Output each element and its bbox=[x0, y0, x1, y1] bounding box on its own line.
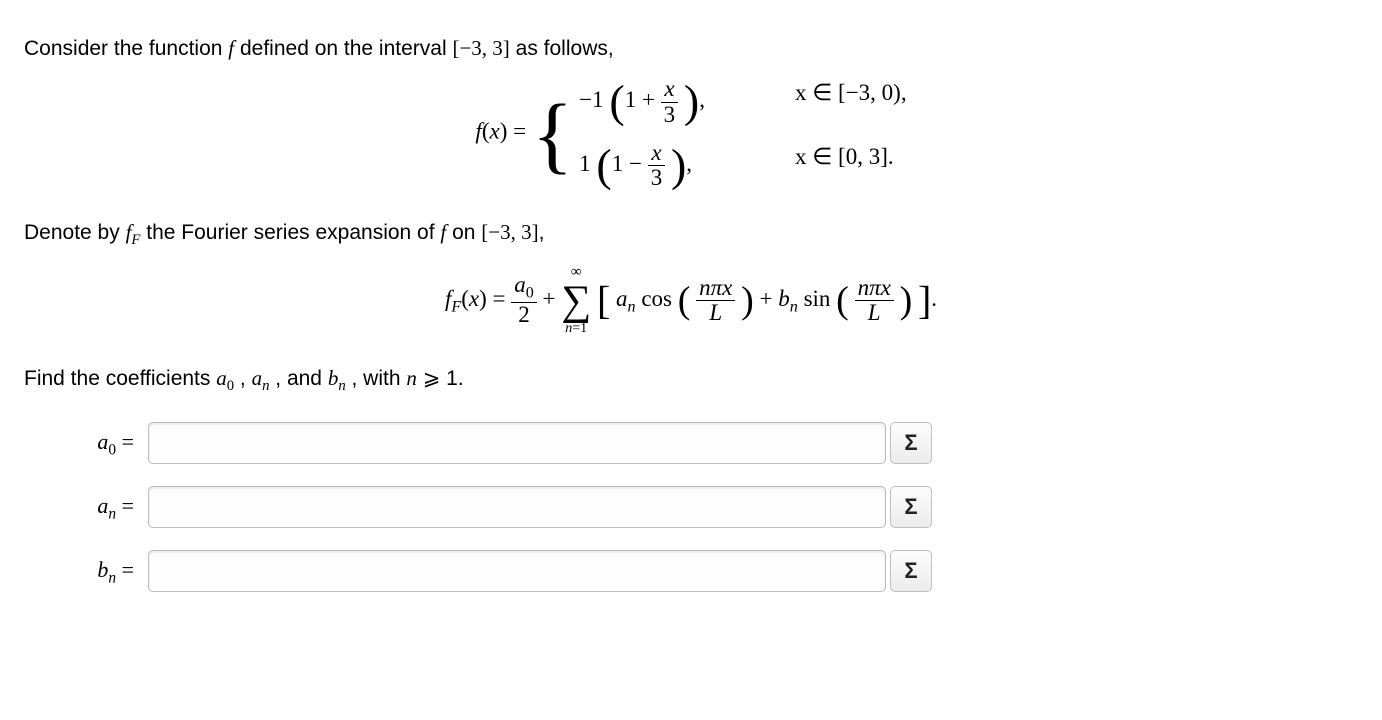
rparen: ) bbox=[900, 279, 913, 321]
n: n bbox=[262, 378, 269, 394]
lparen: ( bbox=[596, 139, 611, 190]
rparen: ) bbox=[671, 139, 686, 190]
comma: , bbox=[240, 367, 252, 390]
n: n bbox=[108, 505, 116, 522]
comma: , bbox=[699, 87, 705, 112]
lbracket: [ bbox=[597, 277, 610, 322]
plus: + bbox=[543, 286, 562, 311]
eq: = bbox=[116, 557, 134, 582]
text: Consider the function bbox=[24, 37, 228, 60]
b: b bbox=[328, 366, 339, 390]
num: x bbox=[648, 141, 666, 166]
with: , with bbox=[352, 367, 407, 390]
neg1: −1 bbox=[579, 87, 603, 112]
den: 3 bbox=[661, 103, 679, 127]
den: L bbox=[696, 301, 735, 325]
sigma: ∑ bbox=[561, 280, 591, 322]
rparen: ) bbox=[684, 76, 699, 127]
b: b bbox=[97, 557, 108, 582]
F: F bbox=[451, 298, 461, 315]
t: 1 + bbox=[625, 87, 655, 112]
dot: . bbox=[931, 286, 937, 311]
fourier-series: fF(x) = a0 2 + ∞ ∑ n=1 [ an cos ( nπxL )… bbox=[24, 265, 1358, 336]
lparen: ( bbox=[678, 279, 691, 321]
sigma-button[interactable]: Σ bbox=[890, 422, 932, 464]
text: on bbox=[452, 221, 481, 244]
an-row: an = Σ bbox=[64, 486, 1358, 528]
text: the Fourier series expansion of bbox=[146, 221, 440, 244]
0: 0 bbox=[227, 378, 234, 394]
and: , and bbox=[275, 367, 328, 390]
num: nπx bbox=[696, 276, 735, 301]
left-brace: { bbox=[532, 91, 573, 177]
0: 0 bbox=[108, 441, 116, 458]
plus: + bbox=[760, 286, 779, 311]
case2-cond: x ∈ [0, 3]. bbox=[795, 141, 907, 190]
sigma-button[interactable]: Σ bbox=[890, 550, 932, 592]
a0-row: a0 = Σ bbox=[64, 422, 1358, 464]
an-input[interactable] bbox=[148, 486, 886, 528]
two: 2 bbox=[511, 303, 537, 327]
a0-input[interactable] bbox=[148, 422, 886, 464]
comma: , bbox=[539, 221, 545, 244]
piecewise-definition: f(x) = { −1 (1 + x3 ), x ∈ [−3, 0), 1 (1… bbox=[24, 77, 1358, 190]
lp: ( bbox=[461, 286, 469, 311]
f: f bbox=[440, 220, 446, 244]
rparen: ) bbox=[741, 279, 754, 321]
var-f: f bbox=[228, 36, 234, 60]
a: a bbox=[252, 366, 263, 390]
eq: = bbox=[116, 429, 134, 454]
bn-row: bn = Σ bbox=[64, 550, 1358, 592]
den: L bbox=[855, 301, 894, 325]
a: a bbox=[514, 272, 526, 297]
num: nπx bbox=[855, 276, 894, 301]
a: a bbox=[616, 286, 628, 311]
n: n bbox=[790, 298, 798, 315]
rp-eq: ) = bbox=[479, 286, 505, 311]
n: n bbox=[406, 366, 417, 390]
paragraph-1: Consider the function f defined on the i… bbox=[24, 34, 1358, 63]
a: a bbox=[97, 429, 108, 454]
comma: , bbox=[686, 151, 692, 176]
interval: [−3, 3] bbox=[452, 36, 509, 60]
interval: [−3, 3] bbox=[481, 220, 538, 244]
text: defined on the interval bbox=[240, 37, 452, 60]
a: a bbox=[216, 366, 227, 390]
t: Find the coefficients bbox=[24, 367, 216, 390]
sum-icon: ∞ ∑ n=1 bbox=[561, 265, 591, 336]
lparen: ( bbox=[836, 279, 849, 321]
ge1: ⩾ 1. bbox=[423, 367, 464, 390]
paragraph-2: Denote by f F the Fourier series expansio… bbox=[24, 218, 1358, 251]
sigma-button[interactable]: Σ bbox=[890, 486, 932, 528]
n: n bbox=[628, 298, 636, 315]
case1-cond: x ∈ [−3, 0), bbox=[795, 77, 907, 126]
zero: 0 bbox=[526, 285, 534, 302]
eq: = bbox=[116, 493, 134, 518]
cos: cos bbox=[641, 286, 672, 311]
paragraph-3: Find the coefficients a0 , an , and bn ,… bbox=[24, 364, 1358, 397]
lparen: ( bbox=[609, 76, 624, 127]
n: n bbox=[338, 378, 345, 394]
sin: sin bbox=[804, 286, 831, 311]
num: x bbox=[661, 77, 679, 102]
bn-input[interactable] bbox=[148, 550, 886, 592]
a: a bbox=[97, 493, 108, 518]
rbracket: ] bbox=[918, 277, 931, 322]
den: 3 bbox=[648, 166, 666, 190]
rp-eq: ) = bbox=[500, 119, 526, 144]
x: x bbox=[469, 286, 479, 311]
text: Denote by bbox=[24, 221, 126, 244]
one: 1 bbox=[579, 151, 591, 176]
F: F bbox=[131, 232, 140, 248]
t: 1 − bbox=[612, 151, 642, 176]
x: x bbox=[489, 119, 499, 144]
text: as follows, bbox=[516, 37, 614, 60]
n: n bbox=[108, 569, 116, 586]
b: b bbox=[778, 286, 790, 311]
answers-block: a0 = Σ an = Σ bn = Σ bbox=[64, 422, 1358, 592]
eq1: =1 bbox=[572, 321, 587, 336]
